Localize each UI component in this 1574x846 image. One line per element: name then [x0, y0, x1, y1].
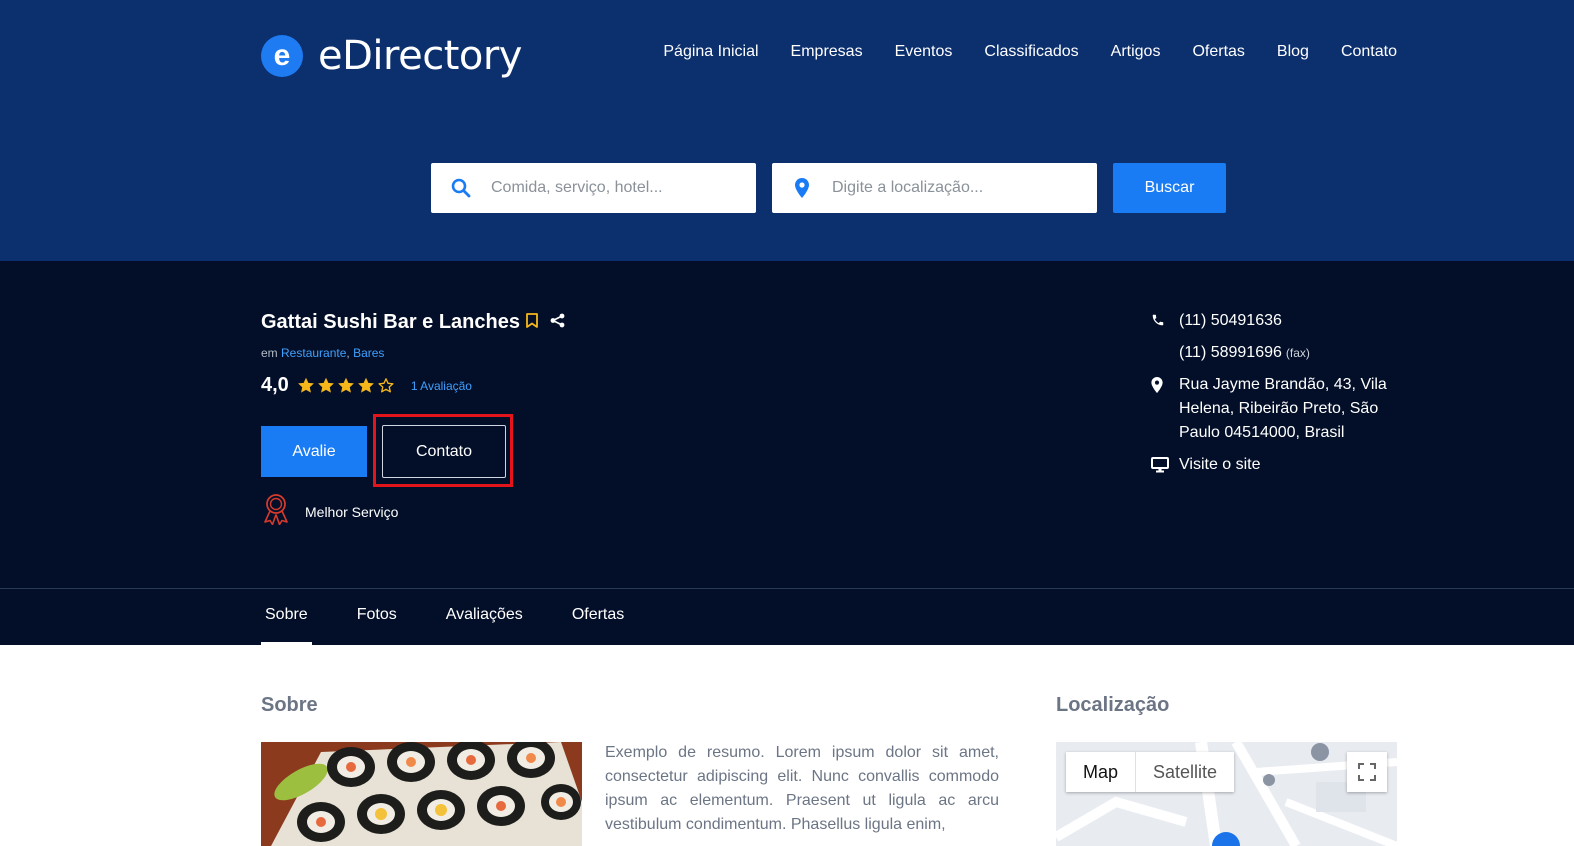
about-text: Exemplo de resumo. Lorem ipsum dolor sit…: [605, 744, 999, 833]
listing-tabs: Sobre Fotos Avaliações Ofertas: [261, 598, 628, 645]
category-separator: ,: [346, 346, 350, 360]
map-type-toggle: Map Satellite: [1066, 752, 1235, 792]
location-pin-icon: [772, 178, 832, 198]
tab-sobre[interactable]: Sobre: [261, 598, 312, 645]
reviews-link[interactable]: 1 Avaliação: [411, 379, 472, 393]
nav-blog[interactable]: Blog: [1277, 43, 1309, 61]
bookmark-icon[interactable]: [526, 312, 538, 333]
location-title: Localização: [1056, 694, 1170, 716]
search-bar: Buscar: [431, 163, 1226, 213]
tab-avaliacoes[interactable]: Avaliações: [442, 598, 527, 645]
tab-ofertas[interactable]: Ofertas: [568, 598, 628, 645]
nav-pagina-inicial[interactable]: Página Inicial: [663, 43, 758, 61]
satellite-button[interactable]: Satellite: [1136, 752, 1234, 792]
nav-eventos[interactable]: Eventos: [895, 43, 953, 61]
category-prefix: em: [261, 346, 278, 360]
map-button[interactable]: Map: [1066, 752, 1135, 792]
nav-contato[interactable]: Contato: [1341, 43, 1397, 61]
star-icon-filled: [317, 377, 334, 393]
fullscreen-button[interactable]: [1347, 752, 1387, 792]
monitor-icon: [1151, 453, 1179, 473]
badge-label: Melhor Serviço: [305, 503, 399, 520]
contact-info: (11) 50491636 (11) 58991696 (fax) Rua Jay…: [1151, 309, 1401, 477]
map-marker-icon: [1151, 373, 1179, 393]
search-what-input[interactable]: [491, 179, 741, 197]
address-text: Rua Jayme Brandão, 43, Vila Helena, Ribe…: [1179, 376, 1387, 441]
fax-number: (11) 58991696: [1179, 344, 1282, 361]
star-icon-empty: [378, 378, 394, 393]
location-map[interactable]: Map Satellite: [1056, 742, 1397, 846]
fax-line: (11) 58991696 (fax): [1151, 341, 1401, 365]
rating-value: 4,0: [261, 374, 289, 396]
fullscreen-icon: [1358, 763, 1376, 781]
listing-title: Gattai Sushi Bar e Lanches: [261, 311, 520, 333]
search-button[interactable]: Buscar: [1113, 163, 1226, 213]
category-link-restaurante[interactable]: Restaurante: [281, 346, 346, 360]
fax-label: (fax): [1285, 346, 1310, 360]
star-icon-filled: [297, 377, 314, 393]
search-where-input[interactable]: [832, 179, 1082, 197]
listing-photo[interactable]: [261, 742, 582, 846]
logo-text: eDirectory: [318, 33, 522, 79]
rating-row: 4,0 1 Avaliação: [261, 374, 472, 397]
nav-classificados[interactable]: Classificados: [984, 43, 1078, 61]
nav-artigos[interactable]: Artigos: [1111, 43, 1161, 61]
nav-empresas[interactable]: Empresas: [791, 43, 863, 61]
listing-hero: Gattai Sushi Bar e Lanches em Restaurant…: [0, 261, 1574, 645]
award-ribbon-icon: [261, 493, 291, 530]
listing-title-row: Gattai Sushi Bar e Lanches: [261, 311, 565, 334]
contact-button[interactable]: Contato: [382, 425, 506, 478]
phone-icon: [1151, 309, 1179, 327]
review-button[interactable]: Avalie: [261, 426, 367, 477]
badge-row: Melhor Serviço: [261, 493, 398, 530]
share-icon[interactable]: [550, 313, 565, 333]
nav-ofertas[interactable]: Ofertas: [1192, 43, 1244, 61]
listing-categories: em Restaurante, Bares: [261, 346, 384, 360]
search-icon: [431, 178, 491, 198]
logo-icon: e: [261, 35, 303, 77]
hero-divider: [0, 588, 1574, 589]
website-line: Visite o site: [1151, 453, 1401, 477]
star-icon-filled: [337, 377, 354, 393]
phone-number[interactable]: (11) 50491636: [1179, 309, 1282, 333]
site-header: e eDirectory Página Inicial Empresas Eve…: [0, 0, 1574, 261]
phone-line: (11) 50491636: [1151, 309, 1401, 333]
search-where-box: [772, 163, 1097, 213]
address-line: Rua Jayme Brandão, 43, Vila Helena, Ribe…: [1151, 373, 1401, 445]
category-link-bares[interactable]: Bares: [353, 346, 384, 360]
site-logo[interactable]: e eDirectory: [261, 33, 522, 79]
main-nav: Página Inicial Empresas Eventos Classifi…: [663, 43, 1397, 61]
website-link[interactable]: Visite o site: [1179, 453, 1261, 477]
star-icon-filled: [357, 377, 374, 393]
tab-fotos[interactable]: Fotos: [353, 598, 401, 645]
about-title: Sobre: [261, 694, 318, 716]
search-what-box: [431, 163, 756, 213]
star-rating: [297, 377, 395, 394]
